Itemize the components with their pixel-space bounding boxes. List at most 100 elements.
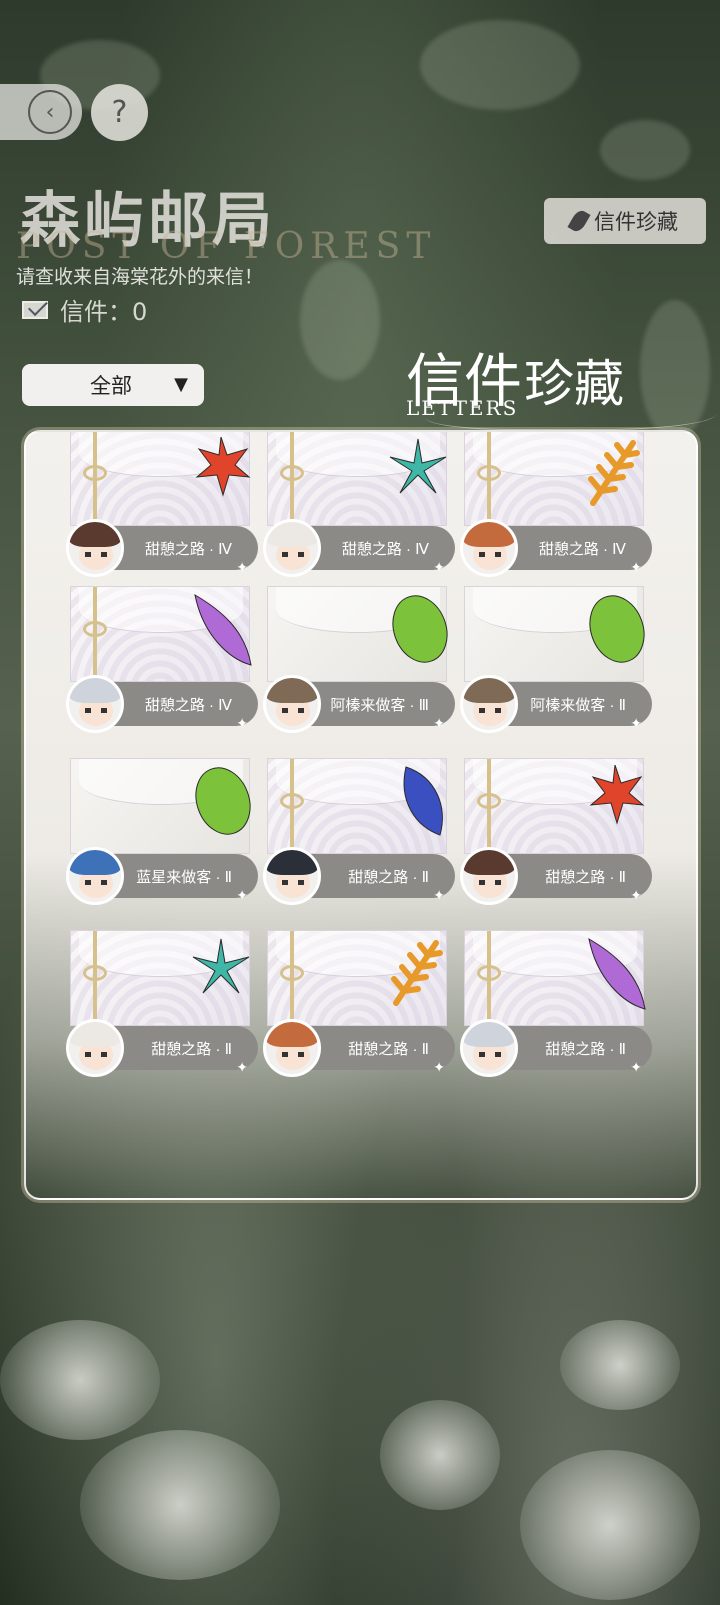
sparkle-icon: ✦ (433, 560, 445, 576)
avatar-hair (266, 678, 318, 703)
avatar-hair (69, 1022, 121, 1047)
envelope (267, 758, 447, 855)
avatar-eyes (282, 880, 304, 885)
envelope (464, 758, 645, 855)
avatar-hair (266, 522, 318, 547)
avatar-hair (463, 1022, 515, 1047)
avatar-hair (69, 850, 121, 875)
back-button[interactable]: ‹ (0, 84, 82, 140)
avatar (460, 519, 518, 577)
envelope (464, 930, 646, 1027)
green-leaf-icon (195, 767, 251, 835)
letter-name: 甜憩之路 · Ⅱ (348, 1040, 429, 1058)
bow-icon (83, 465, 107, 481)
avatar (460, 675, 518, 733)
avatar-hair (463, 522, 515, 547)
envelope (267, 930, 447, 1027)
avatar (263, 1019, 321, 1077)
blue-leaf-icon (403, 766, 443, 836)
letters-panel[interactable]: 甜憩之路 · Ⅳ ✦ 甜憩之路 · Ⅳ ✦ 甜憩之路 · Ⅳ ✦ 甜憩之路 · Ⅳ ✦ 阿榛来做… (24, 430, 698, 1200)
sparkle-icon: ✦ (236, 716, 248, 732)
avatar-eyes (282, 552, 304, 557)
envelope (267, 432, 447, 527)
letters-grid: 甜憩之路 · Ⅳ ✦ 甜憩之路 · Ⅳ ✦ 甜憩之路 · Ⅳ ✦ 甜憩之路 · Ⅳ ✦ 阿榛来做… (26, 432, 696, 1198)
sparkle-icon: ✦ (630, 888, 642, 904)
sparkle-icon: ✦ (236, 888, 248, 904)
envelope (70, 586, 252, 683)
mail-icon (22, 300, 48, 319)
avatar (460, 847, 518, 905)
letter-name: 甜憩之路 · Ⅳ (341, 540, 429, 558)
bow-icon (83, 965, 107, 981)
avatar (460, 1019, 518, 1077)
letter-card[interactable]: 甜憩之路 · Ⅳ ✦ (460, 432, 652, 577)
letter-name: 甜憩之路 · Ⅱ (545, 868, 626, 886)
envelope (464, 586, 645, 682)
letter-name: 甜憩之路 · Ⅳ (538, 540, 626, 558)
letter-name: 甜憩之路 · Ⅱ (348, 868, 429, 886)
letter-card[interactable]: 甜憩之路 · Ⅱ ✦ (263, 758, 455, 905)
letter-name: 阿榛来做客 · Ⅲ (330, 696, 429, 714)
letter-name: 甜憩之路 · Ⅱ (545, 1040, 626, 1058)
letter-card[interactable]: 阿榛来做客 · Ⅱ ✦ (460, 586, 652, 733)
collection-button[interactable]: 信件珍藏 (544, 198, 706, 244)
letter-card[interactable]: 甜憩之路 · Ⅳ ✦ (66, 586, 258, 733)
help-button[interactable]: ? (91, 84, 148, 141)
letter-count: 信件：0 (22, 292, 147, 327)
letter-name: 甜憩之路 · Ⅱ (151, 1040, 232, 1058)
bow-icon (280, 465, 304, 481)
avatar-eyes (85, 1052, 107, 1057)
sparkle-icon: ✦ (630, 1060, 642, 1076)
bow-icon (280, 965, 304, 981)
dropdown-arrow-icon: ▼ (174, 374, 188, 395)
avatar (263, 675, 321, 733)
bow-icon (83, 621, 107, 637)
letter-card[interactable]: 甜憩之路 · Ⅳ ✦ (66, 432, 258, 577)
letter-card[interactable]: 甜憩之路 · Ⅱ ✦ (66, 930, 258, 1077)
avatar (263, 519, 321, 577)
sparkle-icon: ✦ (433, 716, 445, 732)
collection-button-label: 信件珍藏 (594, 210, 678, 234)
feather-purple-leaf-icon (588, 938, 646, 1010)
avatar-eyes (85, 552, 107, 557)
letter-card[interactable]: 甜憩之路 · Ⅱ ✦ (460, 930, 652, 1077)
sparkle-icon: ✦ (433, 888, 445, 904)
envelope (70, 930, 250, 1027)
sparkle-icon: ✦ (630, 716, 642, 732)
avatar (66, 519, 124, 577)
collection-title: 信件珍藏 LETTERS (406, 334, 716, 430)
bow-icon (477, 793, 501, 809)
collection-title-en: LETTERS (406, 396, 519, 420)
background-flowers (0, 1280, 720, 1605)
letter-card[interactable]: 甜憩之路 · Ⅳ ✦ (263, 432, 455, 577)
avatar-hair (463, 678, 515, 703)
letter-card[interactable]: 甜憩之路 · Ⅱ ✦ (263, 930, 455, 1077)
teal-star-leaf-icon (389, 438, 447, 494)
envelope (464, 432, 644, 527)
sparkle-icon: ✦ (433, 1060, 445, 1076)
avatar (66, 1019, 124, 1077)
sparkle-icon: ✦ (630, 560, 642, 576)
page-tagline: 请查收来自海棠花外的来信！ (16, 266, 264, 288)
letter-card[interactable]: 甜憩之路 · Ⅱ ✦ (460, 758, 652, 905)
avatar-eyes (282, 708, 304, 713)
fern-orange-leaf-icon (391, 940, 443, 1006)
letter-name: 蓝星来做客 · Ⅱ (136, 868, 232, 886)
maple-red-leaf-icon (589, 764, 645, 825)
green-leaf-icon (589, 595, 645, 663)
green-leaf-icon (392, 595, 448, 663)
letter-name: 阿榛来做客 · Ⅱ (530, 696, 626, 714)
avatar-hair (69, 678, 121, 703)
avatar (66, 847, 124, 905)
page-subtitle-en: POST OF FOREST (16, 226, 437, 267)
sparkle-icon: ✦ (236, 560, 248, 576)
avatar-hair (463, 850, 515, 875)
envelope (267, 586, 448, 682)
envelope (70, 432, 251, 527)
avatar-hair (69, 522, 121, 547)
question-mark-icon: ? (111, 95, 128, 130)
letter-card[interactable]: 阿榛来做客 · Ⅲ ✦ (263, 586, 455, 733)
filter-dropdown[interactable]: 全部 ▼ (22, 364, 204, 406)
avatar-hair (266, 1022, 318, 1047)
letter-card[interactable]: 蓝星来做客 · Ⅱ ✦ (66, 758, 258, 905)
